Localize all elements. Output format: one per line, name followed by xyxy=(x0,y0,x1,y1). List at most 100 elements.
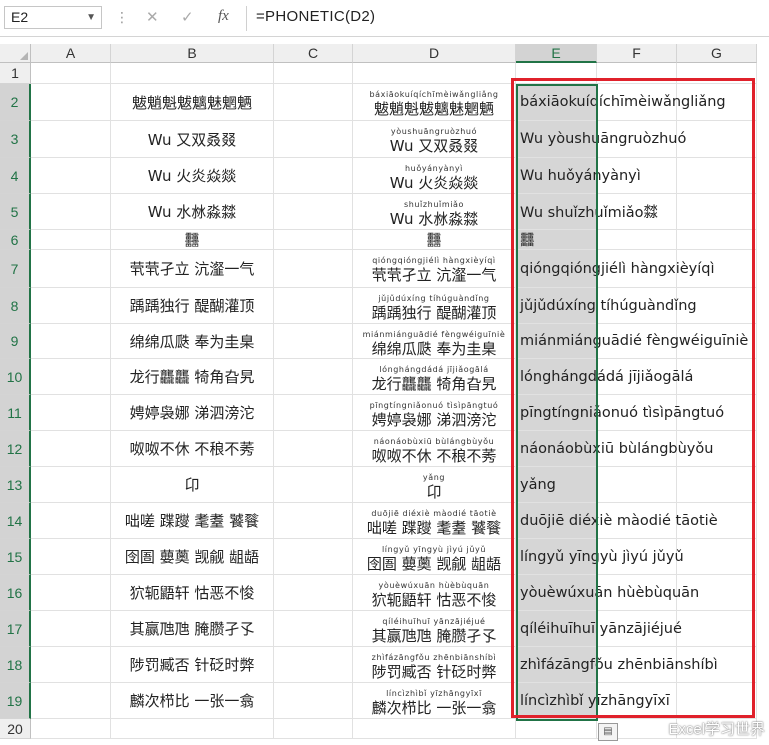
cell-d19[interactable]: líncìzhìbǐ yīzhāngyīxī 麟次栉比 一张一翕 xyxy=(353,683,516,719)
cell-e5[interactable]: Wu shuǐzhuǐmiǎo㵘 xyxy=(516,194,658,230)
cell-b14[interactable]: 咄嗟 蹀躞 耄耋 饕餮 xyxy=(111,503,274,539)
cell-b1[interactable] xyxy=(111,63,274,84)
cell-b11[interactable]: 娉婷袅娜 涕泗滂沱 xyxy=(111,395,274,431)
row-header[interactable]: 7 xyxy=(0,250,31,288)
cell-d10[interactable]: lónghángdádá jījiǎogālá 龙行龘龘 犄角旮旯 xyxy=(353,359,516,395)
cell-a7[interactable] xyxy=(31,250,111,288)
enter-icon[interactable]: ✓ xyxy=(181,8,194,26)
cell-e4[interactable]: Wu huǒyányànyì xyxy=(516,158,641,194)
row-header[interactable]: 5 xyxy=(0,194,31,230)
cell-c7[interactable] xyxy=(274,250,353,288)
row-header[interactable]: 10 xyxy=(0,359,31,395)
row-header[interactable]: 15 xyxy=(0,539,31,575)
cell-e18[interactable]: zhìfázāngfǒu zhēnbiānshíbì xyxy=(516,647,718,683)
cell-e16[interactable]: yòuèwúxuān hùèbùquān xyxy=(516,575,699,611)
row-header[interactable]: 3 xyxy=(0,121,31,158)
cell-e19[interactable]: líncìzhìbǐ yīzhāngyīxī xyxy=(516,683,670,719)
cell-d14[interactable]: duōjiē diéxiè màodié tāotiè 咄嗟 蹀躞 耄耋 饕餮 xyxy=(353,503,516,539)
cell-a9[interactable] xyxy=(31,324,111,359)
cell-e9[interactable]: miánmiánguādié fèngwéiguīniè xyxy=(516,324,748,359)
formula-input[interactable]: =PHONETIC(D2) xyxy=(256,8,375,25)
cell-e12[interactable]: náonáobùxiū bùlángbùyǒu xyxy=(516,431,713,467)
cell-b4[interactable]: Wu 火炎焱燚 xyxy=(111,158,274,194)
chevron-down-icon[interactable]: ▼ xyxy=(86,7,96,28)
row-header[interactable]: 14 xyxy=(0,503,31,539)
cell-a15[interactable] xyxy=(31,539,111,575)
cell-g13[interactable] xyxy=(677,467,757,503)
cell-d20[interactable] xyxy=(353,719,516,739)
cell-a16[interactable] xyxy=(31,575,111,611)
cell-b18[interactable]: 陟罚臧否 针砭时弊 xyxy=(111,647,274,683)
cell-g5[interactable] xyxy=(677,194,757,230)
cell-c6[interactable] xyxy=(274,230,353,250)
cell-e8[interactable]: jǔjǔdúxíng tíhúguàndǐng xyxy=(516,288,697,324)
cell-b8[interactable]: 踽踽独行 醍醐灌顶 xyxy=(111,288,274,324)
cell-b2[interactable]: 魃魈魁魃魑魅魍魉 xyxy=(111,84,274,121)
cell-d17[interactable]: qíléihuīhuī yānzājiéjué 其赢虺虺 腌臜孑孓 xyxy=(353,611,516,647)
row-header[interactable]: 13 xyxy=(0,467,31,503)
cell-g15[interactable] xyxy=(677,539,757,575)
cell-b15[interactable]: 囹圄 蘡薁 觊觎 龃龉 xyxy=(111,539,274,575)
cell-e14[interactable]: duōjiē diéxiè màodié tāotiè xyxy=(516,503,718,539)
cell-e6[interactable]: 䨻 xyxy=(516,230,597,250)
cell-d8[interactable]: jǔjǔdúxíng tíhúguàndǐng 踽踽独行 醍醐灌顶 xyxy=(353,288,516,324)
cell-g6[interactable] xyxy=(677,230,757,250)
row-header[interactable]: 9 xyxy=(0,324,31,359)
cell-c17[interactable] xyxy=(274,611,353,647)
row-header[interactable]: 2 xyxy=(0,84,31,121)
cell-c3[interactable] xyxy=(274,121,353,158)
cell-e10[interactable]: lónghángdádá jījiǎogālá xyxy=(516,359,693,395)
cell-b7[interactable]: 茕茕孑立 沆瀣一气 xyxy=(111,250,274,288)
cell-e17[interactable]: qíléihuīhuī yānzājiéjué xyxy=(516,611,682,647)
cell-b3[interactable]: Wu 又双叒叕 xyxy=(111,121,274,158)
cell-d11[interactable]: pīngtíngniǎonuó tìsìpāngtuó 娉婷袅娜 涕泗滂沱 xyxy=(353,395,516,431)
cell-e3[interactable]: Wu yòushuāngruòzhuó xyxy=(516,121,686,158)
cell-b13[interactable]: 卬 xyxy=(111,467,274,503)
cell-b12[interactable]: 呶呶不休 不稂不莠 xyxy=(111,431,274,467)
cell-a20[interactable] xyxy=(31,719,111,739)
cell-e1[interactable] xyxy=(516,63,597,84)
cell-b19[interactable]: 麟次栉比 一张一翕 xyxy=(111,683,274,719)
cell-g1[interactable] xyxy=(677,63,757,84)
row-header[interactable]: 20 xyxy=(0,719,31,739)
cell-d16[interactable]: yòuèwúxuān hùèbùquān 狖轭鼯轩 怙恶不悛 xyxy=(353,575,516,611)
cell-d2[interactable]: báxiāokuíqíchīmèiwǎngliǎng 魃魈魁魃魑魅魍魉 xyxy=(353,84,516,121)
cell-e13[interactable]: yǎng xyxy=(516,467,597,503)
cell-c2[interactable] xyxy=(274,84,353,121)
cell-a10[interactable] xyxy=(31,359,111,395)
cell-d4[interactable]: huǒyányànyì Wu 火炎焱燚 xyxy=(353,158,516,194)
cell-d12[interactable]: náonáobùxiū bùlángbùyǒu 呶呶不休 不稂不莠 xyxy=(353,431,516,467)
cell-d18[interactable]: zhìfázāngfǒu zhēnbiānshíbì 陟罚臧否 针砭时弊 xyxy=(353,647,516,683)
cell-b16[interactable]: 狖轭鼯轩 怙恶不悛 xyxy=(111,575,274,611)
cell-a4[interactable] xyxy=(31,158,111,194)
column-header-e[interactable]: E xyxy=(516,44,597,63)
column-header-c[interactable]: C xyxy=(274,44,353,63)
paste-options-icon[interactable]: ▤ xyxy=(598,723,618,741)
cell-a17[interactable] xyxy=(31,611,111,647)
cell-f13[interactable] xyxy=(597,467,677,503)
cell-c18[interactable] xyxy=(274,647,353,683)
cell-f6[interactable] xyxy=(597,230,677,250)
cell-a13[interactable] xyxy=(31,467,111,503)
row-header[interactable]: 11 xyxy=(0,395,31,431)
row-header[interactable]: 6 xyxy=(0,230,31,250)
select-all-button[interactable] xyxy=(0,44,31,63)
cell-a11[interactable] xyxy=(31,395,111,431)
cell-e2[interactable]: báxiāokuíqíchīmèiwǎngliǎng xyxy=(516,84,726,121)
cell-d6[interactable]: 䨻 xyxy=(353,230,516,250)
cell-a8[interactable] xyxy=(31,288,111,324)
row-header[interactable]: 18 xyxy=(0,647,31,683)
cell-e20[interactable] xyxy=(516,719,597,739)
cell-a6[interactable] xyxy=(31,230,111,250)
row-header[interactable]: 12 xyxy=(0,431,31,467)
cell-c5[interactable] xyxy=(274,194,353,230)
row-header[interactable]: 19 xyxy=(0,683,31,719)
cell-b10[interactable]: 龙行龘龘 犄角旮旯 xyxy=(111,359,274,395)
cell-c1[interactable] xyxy=(274,63,353,84)
cell-d13[interactable]: yǎng 卬 xyxy=(353,467,516,503)
cell-g4[interactable] xyxy=(677,158,757,194)
cell-c15[interactable] xyxy=(274,539,353,575)
name-box[interactable]: E2 ▼ xyxy=(4,6,102,29)
cell-c11[interactable] xyxy=(274,395,353,431)
row-header[interactable]: 8 xyxy=(0,288,31,324)
